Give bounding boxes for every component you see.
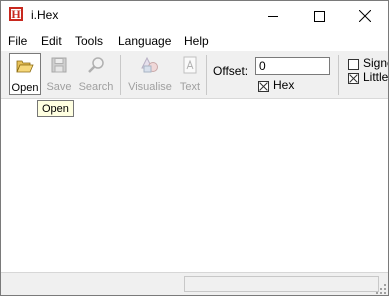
status-panel [184, 276, 379, 292]
toolbar-separator [206, 55, 207, 95]
menu-edit[interactable]: Edit [41, 34, 62, 48]
save-label: Save [46, 81, 72, 93]
save-icon [51, 57, 67, 73]
signed-checkbox[interactable] [348, 59, 359, 70]
text-icon [183, 56, 197, 74]
visualise-button[interactable]: Visualise [125, 53, 175, 95]
maximize-button[interactable] [296, 1, 342, 31]
status-bar [1, 272, 388, 295]
main-window: H i.Hex File Edit Tools Language Help Op… [0, 0, 389, 296]
minimize-button[interactable] [250, 1, 296, 31]
toolbar-separator [338, 55, 339, 95]
close-icon [359, 10, 371, 22]
menu-language[interactable]: Language [118, 34, 171, 48]
toolbar-separator [120, 55, 121, 95]
hex-checkbox[interactable] [258, 81, 269, 92]
signed-label: Signed [363, 56, 388, 70]
menu-help[interactable]: Help [184, 34, 209, 48]
text-label: Text [179, 81, 201, 93]
minimize-icon [268, 16, 278, 17]
offset-label: Offset: [213, 64, 249, 78]
visualise-label: Visualise [128, 81, 172, 93]
open-tooltip: Open [37, 100, 74, 117]
close-button[interactable] [342, 1, 388, 31]
toolbar: Open Save Search Visualise Text Offset: … [1, 51, 388, 99]
menu-file[interactable]: File [8, 34, 27, 48]
title-bar[interactable]: H i.Hex [1, 1, 388, 31]
open-button[interactable]: Open [9, 53, 41, 95]
search-icon [88, 57, 104, 73]
little-endian-checkbox[interactable] [348, 73, 359, 84]
search-label: Search [78, 81, 114, 93]
visualise-icon [141, 56, 158, 73]
app-icon-letter: H [11, 7, 21, 21]
offset-input[interactable]: 0 [255, 57, 330, 75]
app-icon: H [9, 7, 23, 21]
text-button[interactable]: Text [177, 53, 203, 95]
resize-grip-icon[interactable] [376, 284, 386, 294]
maximize-icon [314, 11, 325, 22]
hex-view-area[interactable] [1, 99, 388, 271]
window-title: i.Hex [31, 8, 59, 22]
save-button[interactable]: Save [44, 53, 74, 95]
menu-bar: File Edit Tools Language Help [1, 32, 388, 51]
folder-open-icon [16, 60, 34, 73]
menu-tools[interactable]: Tools [75, 34, 103, 48]
little-endian-label: Little endian [363, 70, 389, 84]
hex-label: Hex [273, 78, 295, 92]
search-button[interactable]: Search [76, 53, 116, 95]
open-label: Open [11, 82, 39, 94]
